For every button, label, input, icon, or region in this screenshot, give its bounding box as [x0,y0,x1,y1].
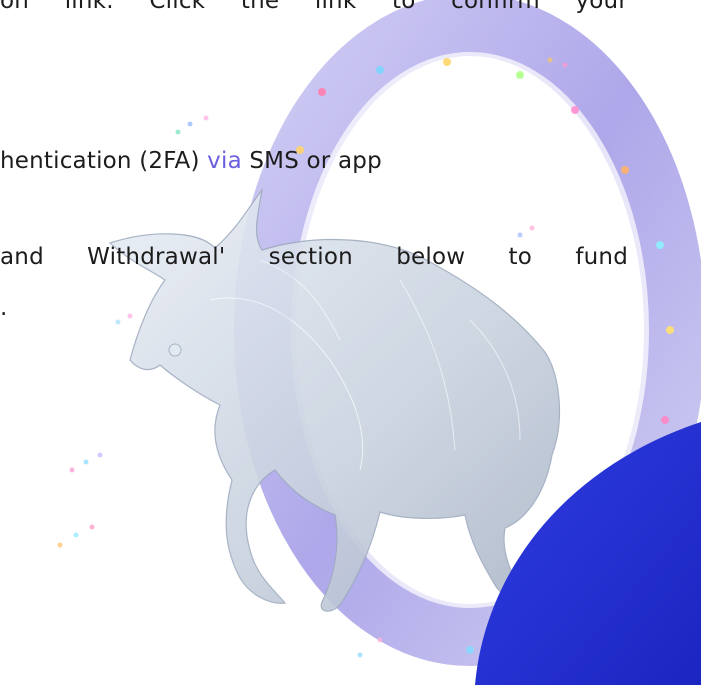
instruction-line-4: . [0,295,8,321]
instruction-line-2: hentication (2FA) via SMS or app [0,146,382,176]
instruction-line-1: on link. Click the link to confirm your [0,0,628,14]
instruction-line-3: and Withdrawal' section below to fund [0,244,628,270]
via-link[interactable]: via [207,148,242,174]
instructions-text: on link. Click the link to confirm your … [0,0,701,685]
instruction-line-2-end: SMS or app [241,148,382,174]
instruction-line-2-start: hentication (2FA) [0,148,208,174]
